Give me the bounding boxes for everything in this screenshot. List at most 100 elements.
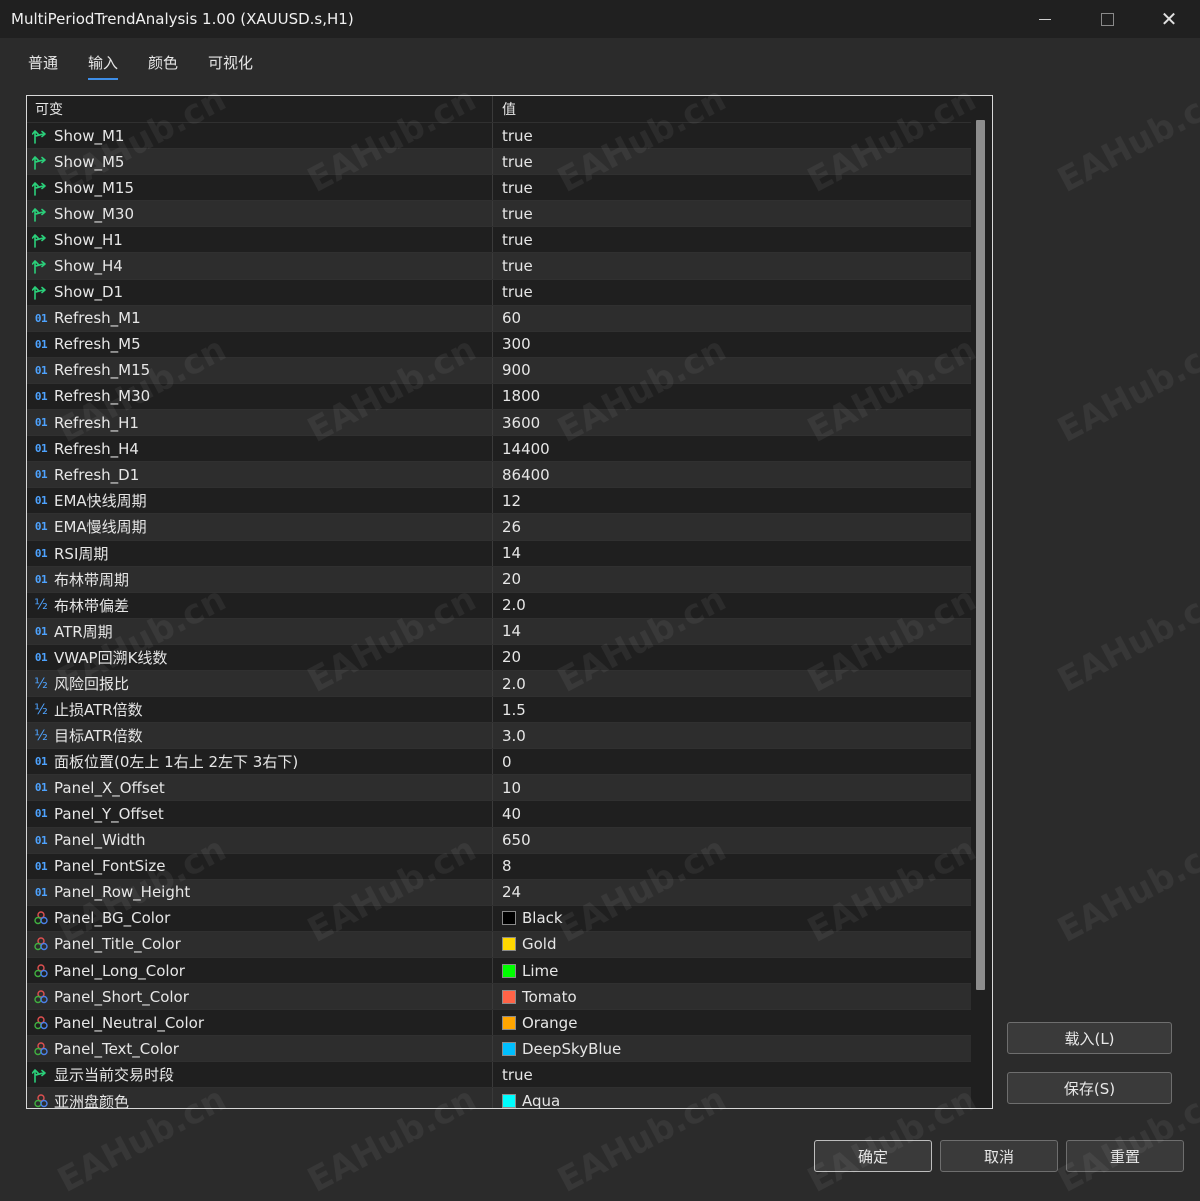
table-row[interactable]: Panel_BG_Color Black bbox=[27, 904, 971, 931]
table-row[interactable]: 01 Panel_Width 650 bbox=[27, 826, 971, 853]
value-cell[interactable]: 24 bbox=[493, 880, 521, 905]
value-cell[interactable]: Orange bbox=[493, 1010, 577, 1035]
tab-visualization[interactable]: 可视化 bbox=[208, 52, 253, 80]
table-row[interactable]: 01 EMA慢线周期 26 bbox=[27, 513, 971, 540]
value-cell[interactable]: 1.5 bbox=[493, 697, 526, 722]
value-cell[interactable]: 14 bbox=[493, 619, 521, 644]
table-row[interactable]: 01 RSI周期 14 bbox=[27, 539, 971, 566]
value-cell[interactable]: 900 bbox=[493, 358, 531, 383]
value-cell[interactable]: 20 bbox=[493, 567, 521, 592]
table-row[interactable]: Panel_Text_Color DeepSkyBlue bbox=[27, 1035, 971, 1062]
tab-colors[interactable]: 颜色 bbox=[148, 52, 178, 80]
variable-name: Panel_Long_Color bbox=[54, 961, 185, 980]
table-row[interactable]: 01 Panel_Row_Height 24 bbox=[27, 878, 971, 905]
reset-button[interactable]: 重置 bbox=[1066, 1140, 1184, 1172]
value-cell[interactable]: 20 bbox=[493, 645, 521, 670]
vertical-scrollbar[interactable] bbox=[971, 96, 991, 1108]
table-row[interactable]: 01 Refresh_H1 3600 bbox=[27, 409, 971, 436]
table-row[interactable]: Show_H4 true bbox=[27, 252, 971, 279]
maximize-button[interactable] bbox=[1076, 0, 1138, 38]
value-cell[interactable]: 40 bbox=[493, 801, 521, 826]
value-cell[interactable]: true bbox=[493, 175, 533, 200]
table-row[interactable]: Show_H1 true bbox=[27, 226, 971, 253]
color-type-icon bbox=[31, 1015, 51, 1031]
table-row[interactable]: 01 Refresh_M5 300 bbox=[27, 330, 971, 357]
value-cell[interactable]: 2.0 bbox=[493, 593, 526, 618]
table-row[interactable]: 01 面板位置(0左上 1右上 2左下 3右下) 0 bbox=[27, 748, 971, 775]
load-button[interactable]: 载入(L) bbox=[1007, 1022, 1172, 1054]
table-row[interactable]: ½ 风险回报比 2.0 bbox=[27, 669, 971, 697]
cancel-button[interactable]: 取消 bbox=[940, 1140, 1058, 1172]
value-cell[interactable]: DeepSkyBlue bbox=[493, 1036, 621, 1061]
scrollbar-thumb[interactable] bbox=[976, 120, 985, 990]
value-cell[interactable]: 3600 bbox=[493, 410, 540, 435]
table-row[interactable]: 01 Panel_FontSize 8 bbox=[27, 852, 971, 879]
table-row[interactable]: 01 Refresh_M15 900 bbox=[27, 356, 971, 383]
column-header-value[interactable]: 值 bbox=[493, 96, 516, 122]
table-row[interactable]: Show_M30 true bbox=[27, 200, 971, 227]
table-row[interactable]: 01 布林带周期 20 bbox=[27, 565, 971, 592]
variable-value: true bbox=[502, 283, 533, 302]
table-row[interactable]: 01 EMA快线周期 12 bbox=[27, 487, 971, 514]
value-cell[interactable]: true bbox=[493, 280, 533, 305]
table-row[interactable]: Show_D1 true bbox=[27, 278, 971, 305]
table-row[interactable]: Panel_Long_Color Lime bbox=[27, 957, 971, 984]
value-cell[interactable]: 0 bbox=[493, 749, 512, 774]
value-cell[interactable]: Lime bbox=[493, 958, 558, 983]
value-cell[interactable]: 12 bbox=[493, 488, 521, 513]
variable-name: Panel_BG_Color bbox=[54, 909, 171, 928]
table-row[interactable]: Show_M1 true bbox=[27, 122, 971, 149]
column-header-variable[interactable]: 可变 bbox=[27, 96, 493, 122]
table-row[interactable]: 显示当前交易时段 true bbox=[27, 1061, 971, 1088]
value-cell[interactable]: 14 bbox=[493, 541, 521, 566]
table-row[interactable]: 01 Panel_X_Offset 10 bbox=[27, 774, 971, 801]
value-cell[interactable]: Aqua bbox=[493, 1088, 560, 1108]
tab-inputs[interactable]: 输入 bbox=[88, 52, 119, 80]
minimize-button[interactable] bbox=[1014, 0, 1076, 38]
table-row[interactable]: ½ 目标ATR倍数 3.0 bbox=[27, 722, 971, 749]
save-button[interactable]: 保存(S) bbox=[1007, 1072, 1172, 1104]
table-row[interactable]: Show_M15 true bbox=[27, 174, 971, 201]
value-cell[interactable]: 10 bbox=[493, 775, 521, 800]
table-row[interactable]: Show_M5 true bbox=[27, 148, 971, 175]
table-row[interactable]: ½ 止损ATR倍数 1.5 bbox=[27, 696, 971, 723]
table-row[interactable]: 01 Panel_Y_Offset 40 bbox=[27, 800, 971, 827]
table-row[interactable]: 01 ATR周期 14 bbox=[27, 617, 971, 644]
variable-name-cell: ½ 风险回报比 bbox=[27, 670, 493, 697]
value-cell[interactable]: 650 bbox=[493, 828, 531, 853]
value-cell[interactable]: true bbox=[493, 253, 533, 278]
table-row[interactable]: 亚洲盘颜色 Aqua bbox=[27, 1087, 971, 1108]
table-row[interactable]: Panel_Neutral_Color Orange bbox=[27, 1009, 971, 1036]
value-cell[interactable]: 2.0 bbox=[493, 671, 526, 696]
value-cell[interactable]: 8 bbox=[493, 854, 512, 879]
value-cell[interactable]: true bbox=[493, 201, 533, 226]
table-row[interactable]: 01 Refresh_M30 1800 bbox=[27, 382, 971, 410]
value-cell[interactable]: Tomato bbox=[493, 984, 577, 1009]
table-row[interactable]: Panel_Title_Color Gold bbox=[27, 930, 971, 957]
ok-button[interactable]: 确定 bbox=[814, 1140, 932, 1172]
table-row[interactable]: 01 VWAP回溯K线数 20 bbox=[27, 643, 971, 670]
variable-value: true bbox=[502, 257, 533, 276]
value-cell[interactable]: 300 bbox=[493, 332, 531, 357]
tab-common[interactable]: 普通 bbox=[28, 52, 58, 80]
table-row[interactable]: Panel_Short_Color Tomato bbox=[27, 983, 971, 1010]
value-cell[interactable]: true bbox=[493, 1062, 533, 1087]
value-cell[interactable]: true bbox=[493, 123, 533, 148]
value-cell[interactable]: 26 bbox=[493, 514, 521, 539]
value-cell[interactable]: 1800 bbox=[493, 384, 540, 409]
table-row[interactable]: 01 Refresh_M1 60 bbox=[27, 304, 971, 331]
value-cell[interactable]: true bbox=[493, 149, 533, 174]
table-row[interactable]: 01 Refresh_H4 14400 bbox=[27, 435, 971, 462]
table-row[interactable]: ½ 布林带偏差 2.0 bbox=[27, 591, 971, 618]
variable-name-cell: 01 Panel_FontSize bbox=[27, 853, 493, 879]
value-cell[interactable]: 86400 bbox=[493, 462, 550, 487]
value-cell[interactable]: true bbox=[493, 227, 533, 252]
value-cell[interactable]: Black bbox=[493, 906, 563, 931]
close-button[interactable]: ✕ bbox=[1138, 0, 1200, 38]
variable-name-cell: 01 Refresh_M30 bbox=[27, 383, 493, 410]
value-cell[interactable]: 3.0 bbox=[493, 723, 526, 748]
table-row[interactable]: 01 Refresh_D1 86400 bbox=[27, 461, 971, 488]
value-cell[interactable]: 60 bbox=[493, 306, 521, 331]
value-cell[interactable]: 14400 bbox=[493, 436, 550, 461]
value-cell[interactable]: Gold bbox=[493, 932, 557, 957]
